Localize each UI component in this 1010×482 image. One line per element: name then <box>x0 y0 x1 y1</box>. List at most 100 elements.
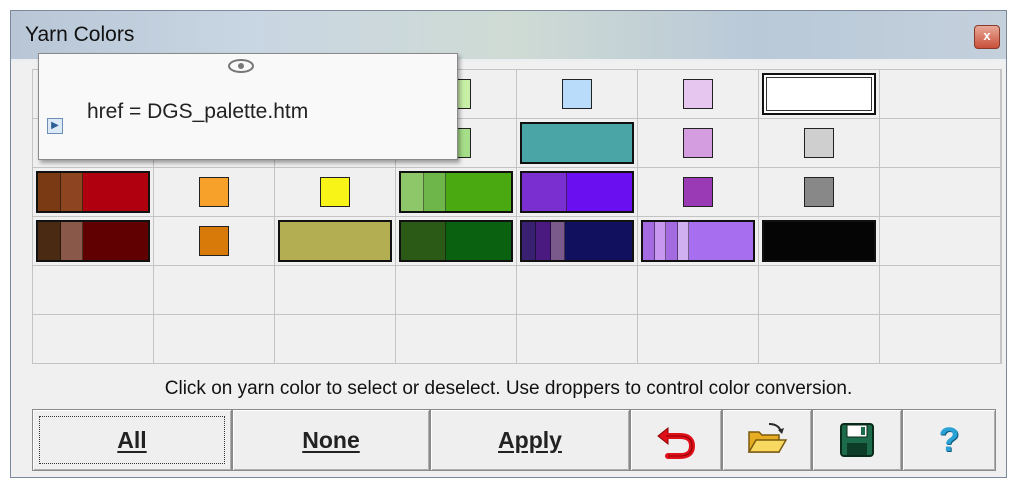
undo-arrow-icon <box>657 426 696 459</box>
palette-cell <box>32 265 154 315</box>
focus-rect <box>39 416 225 464</box>
yarn-color-selected-white[interactable] <box>762 73 876 115</box>
yarn-color-group[interactable] <box>399 220 513 262</box>
palette-cell[interactable] <box>516 167 638 217</box>
yarn-color-group[interactable] <box>520 220 634 262</box>
save-button[interactable] <box>812 409 902 471</box>
palette-cell[interactable] <box>395 216 517 266</box>
yarn-color-group[interactable] <box>520 171 634 213</box>
palette-cell[interactable] <box>274 216 396 266</box>
palette-cell <box>758 265 880 315</box>
yarn-color-segment <box>666 222 678 260</box>
floppy-disk-icon <box>840 423 874 457</box>
palette-cell[interactable] <box>758 118 880 168</box>
none-button[interactable]: None <box>232 409 430 471</box>
palette-cell[interactable] <box>758 216 880 266</box>
yarn-color-segment <box>83 173 148 211</box>
palette-cell <box>274 265 396 315</box>
href-tooltip: ▶ href = DGS_palette.htm <box>38 53 458 160</box>
palette-cell[interactable] <box>516 216 638 266</box>
yarn-color-segment <box>423 173 447 211</box>
yarn-color-swatch[interactable] <box>804 128 834 158</box>
palette-cell[interactable] <box>758 69 880 119</box>
yarn-color-swatch[interactable] <box>199 226 229 256</box>
yarn-color-group[interactable] <box>36 220 150 262</box>
yarn-colors-window: Yarn Colors x Click on yarn color to sel… <box>10 10 1007 478</box>
yarn-color-segment <box>522 124 632 162</box>
yarn-color-segment <box>60 173 84 211</box>
palette-cell[interactable] <box>637 69 759 119</box>
yarn-color-swatch[interactable] <box>804 177 834 207</box>
yarn-color-segment <box>689 222 753 260</box>
yarn-color-segment <box>401 173 424 211</box>
palette-cell[interactable] <box>153 167 275 217</box>
palette-cell <box>879 314 1002 364</box>
palette-cell[interactable] <box>637 216 759 266</box>
title-bar[interactable]: Yarn Colors x <box>11 11 1006 59</box>
palette-row <box>32 216 1002 266</box>
yarn-color-segment <box>38 173 61 211</box>
yarn-color-swatch[interactable] <box>320 177 350 207</box>
yarn-color-segment <box>566 173 632 211</box>
palette-cell <box>32 314 154 364</box>
yarn-color-segment <box>83 222 148 260</box>
palette-row <box>32 167 1002 217</box>
palette-cell[interactable] <box>153 216 275 266</box>
palette-cell <box>395 265 517 315</box>
yarn-color-swatch[interactable] <box>683 128 713 158</box>
yarn-color-segment <box>550 222 566 260</box>
yarn-color-segment <box>60 222 84 260</box>
undo-button[interactable] <box>630 409 722 471</box>
yarn-color-segment <box>522 222 537 260</box>
palette-cell <box>395 314 517 364</box>
yarn-color-group[interactable] <box>278 220 392 262</box>
none-button-label: None <box>302 426 360 453</box>
palette-cell[interactable] <box>395 167 517 217</box>
yarn-color-segment <box>401 222 446 260</box>
palette-cell[interactable] <box>274 167 396 217</box>
eye-icon <box>227 58 255 77</box>
yarn-color-swatch[interactable] <box>683 177 713 207</box>
yarn-color-segment <box>522 173 567 211</box>
palette-cell <box>516 265 638 315</box>
yarn-color-segment <box>445 222 511 260</box>
palette-cell <box>274 314 396 364</box>
expand-icon[interactable]: ▶ <box>47 118 63 134</box>
open-folder-icon <box>747 423 788 453</box>
apply-button[interactable]: Apply <box>430 409 630 471</box>
window-title: Yarn Colors <box>25 23 135 46</box>
palette-cell[interactable] <box>637 118 759 168</box>
yarn-color-segment <box>38 222 61 260</box>
open-button[interactable] <box>722 409 812 471</box>
palette-cell[interactable] <box>32 216 154 266</box>
all-button[interactable]: All <box>32 409 232 471</box>
yarn-color-segment <box>654 222 667 260</box>
yarn-color-swatch[interactable] <box>683 79 713 109</box>
tooltip-href-text: href = DGS_palette.htm <box>87 100 309 123</box>
yarn-color-group[interactable] <box>399 171 513 213</box>
palette-cell <box>153 265 275 315</box>
palette-cell <box>637 265 759 315</box>
yarn-color-group[interactable] <box>762 220 876 262</box>
palette-cell <box>879 167 1002 217</box>
yarn-color-swatch[interactable] <box>199 177 229 207</box>
help-button[interactable]: ? <box>902 409 996 471</box>
yarn-color-swatch[interactable] <box>562 79 592 109</box>
yarn-color-segment <box>536 222 551 260</box>
yarn-color-segment <box>643 222 655 260</box>
palette-cell <box>637 314 759 364</box>
palette-cell[interactable] <box>516 69 638 119</box>
palette-cell <box>153 314 275 364</box>
yarn-color-group[interactable] <box>36 171 150 213</box>
palette-cell[interactable] <box>758 167 880 217</box>
palette-row <box>32 314 1002 364</box>
palette-cell[interactable] <box>516 118 638 168</box>
close-button[interactable]: x <box>974 25 1000 49</box>
palette-cell <box>879 216 1002 266</box>
yarn-color-segment <box>677 222 690 260</box>
palette-cell[interactable] <box>32 167 154 217</box>
yarn-color-segment <box>764 222 874 260</box>
palette-cell[interactable] <box>637 167 759 217</box>
yarn-color-group[interactable] <box>520 122 634 164</box>
yarn-color-group[interactable] <box>641 220 755 262</box>
